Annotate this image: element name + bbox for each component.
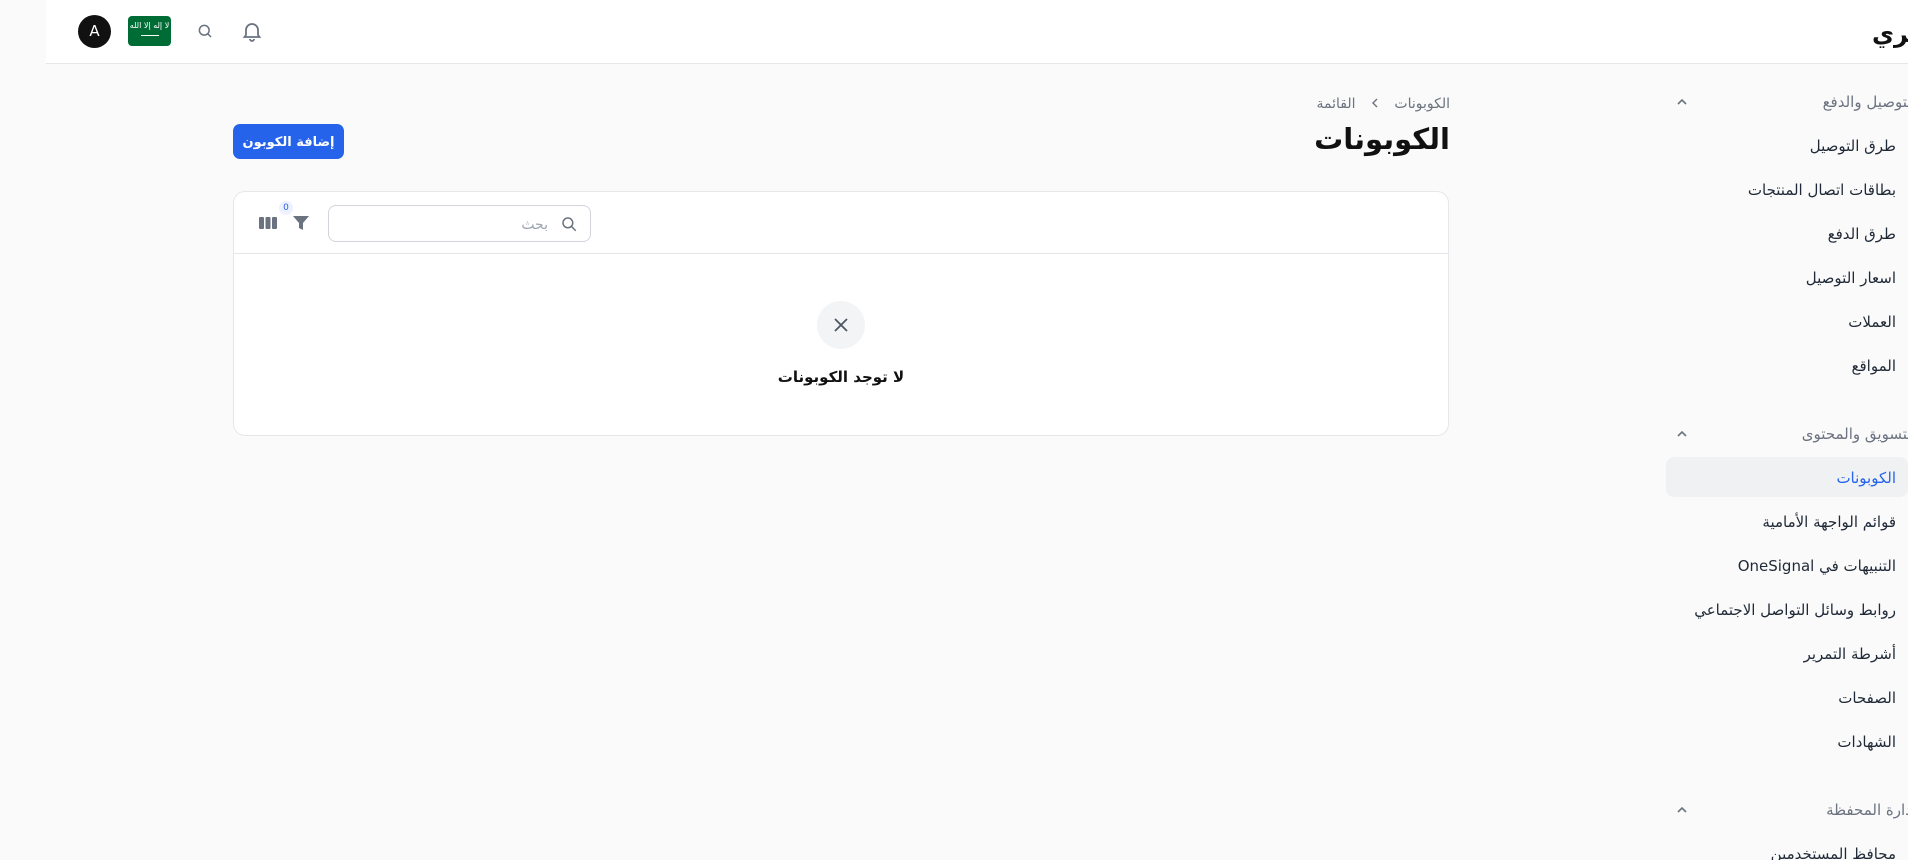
sidebar-item-pages[interactable]: الصفحات [1838, 689, 1896, 707]
add-coupon-button[interactable]: إضافة الكوبون [233, 124, 344, 159]
sidebar-item-delivery-prices[interactable]: اسعار التوصيل [1806, 269, 1896, 287]
columns-icon[interactable] [259, 215, 277, 231]
sidebar-item-sliders[interactable]: أشرطة التمرير [1804, 645, 1896, 663]
sidebar-group-wallet[interactable]: إدارة المحفظة [1826, 801, 1908, 819]
sidebar-item-coupons[interactable]: الكوبونات [1836, 469, 1896, 487]
empty-state-message: لا توجد الكوبونات [777, 368, 905, 386]
flag-inscription: لا إله إلا الله [129, 21, 170, 30]
sidebar-item-currencies[interactable]: العملات [1848, 313, 1896, 331]
sidebar-item-frontend-menus[interactable]: قوائم الواجهة الأمامية [1762, 513, 1896, 531]
page-title: الكوبونات [1314, 122, 1450, 156]
breadcrumb-coupons-link[interactable]: الكوبونات [1394, 96, 1450, 112]
saudi-flag-icon[interactable]: لا إله إلا الله [128, 16, 171, 46]
breadcrumb-current: القائمة [1316, 96, 1356, 112]
chevron-up-icon[interactable] [1674, 94, 1690, 110]
sidebar-item-user-wallets[interactable]: محافظ المستخدمين [1771, 845, 1896, 860]
sidebar-item-delivery-methods[interactable]: طرق التوصيل [1810, 137, 1896, 155]
chevron-left-icon [1370, 96, 1380, 112]
flag-sword [140, 35, 159, 36]
sidebar-item-product-contact-cards[interactable]: بطاقات اتصال المنتجات [1748, 181, 1896, 199]
sidebar-group-marketing-content[interactable]: التسويق والمحتوى [1802, 425, 1908, 443]
top-bar: A لا إله إلا الله متجري [46, 0, 1908, 64]
close-icon [834, 318, 848, 332]
breadcrumb: الكوبونات القائمة [1300, 96, 1451, 116]
table-toolbar: 0 [234, 192, 1448, 254]
filter-icon[interactable] [292, 214, 310, 232]
empty-state-icon [817, 301, 865, 349]
search-input[interactable] [339, 214, 550, 236]
sidebar-item-social-links[interactable]: روابط وسائل التواصل الاجتماعي [1694, 601, 1896, 619]
sidebar-group-delivery-payment[interactable]: التوصيل والدفع [1823, 93, 1908, 111]
coupons-table: 0 لا توجد الكوبونات [233, 191, 1449, 436]
chevron-up-icon[interactable] [1674, 802, 1690, 818]
user-avatar[interactable]: A [78, 15, 111, 48]
chevron-up-icon[interactable] [1674, 426, 1690, 442]
sidebar-item-onesignal-notifications[interactable]: التنبيهات في OneSignal [1738, 557, 1896, 575]
brand-logo[interactable]: متجري [1872, 20, 1908, 48]
filter-count-badge: 0 [279, 201, 293, 215]
sidebar-item-payment-methods[interactable]: طرق الدفع [1828, 225, 1896, 243]
search-icon [562, 217, 577, 232]
sidebar-item-testimonials[interactable]: الشهادات [1837, 733, 1896, 751]
search-icon[interactable] [196, 22, 214, 40]
sidebar-item-locations[interactable]: المواقع [1852, 357, 1896, 375]
bell-icon[interactable] [240, 19, 264, 43]
sidebar: التوصيل والدفع طرق التوصيل بطاقات اتصال … [1660, 64, 1908, 860]
search-field[interactable] [328, 205, 591, 242]
